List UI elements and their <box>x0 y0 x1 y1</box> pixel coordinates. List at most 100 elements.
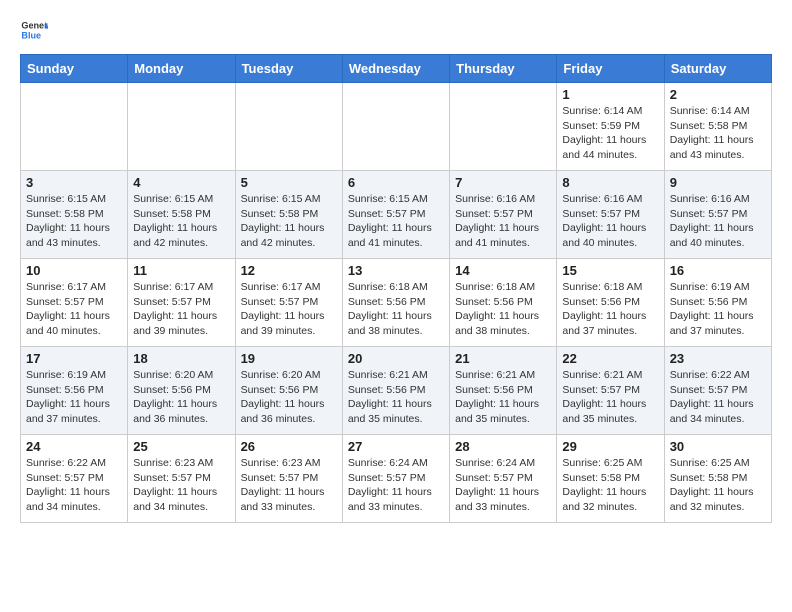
day-number: 7 <box>455 175 551 190</box>
calendar-cell: 19 Sunrise: 6:20 AMSunset: 5:56 PMDayligh… <box>235 347 342 435</box>
day-number: 4 <box>133 175 229 190</box>
day-info: Sunrise: 6:21 AMSunset: 5:56 PMDaylight:… <box>455 368 551 427</box>
calendar-week-4: 17Sunrise: 6:19 AMSunset: 5:56 PMDayligh… <box>21 347 772 435</box>
day-info: Sunrise: 6:14 AMSunset: 5:59 PMDaylight:… <box>562 104 658 163</box>
day-info: Sunrise: 6:21 AMSunset: 5:57 PMDaylight:… <box>562 368 658 427</box>
calendar-cell: 10 Sunrise: 6:17 AMSunset: 5:57 PMDayligh… <box>21 259 128 347</box>
day-number: 24 <box>26 439 122 454</box>
day-number: 1 <box>562 87 658 102</box>
day-info: Sunrise: 6:17 AMSunset: 5:57 PMDaylight:… <box>26 280 122 339</box>
day-info: Sunrise: 6:16 AMSunset: 5:57 PMDaylight:… <box>670 192 766 251</box>
page: General Blue SundayMondayTuesdayWednesda… <box>0 0 792 539</box>
calendar-cell: 27 Sunrise: 6:24 AMSunset: 5:57 PMDayligh… <box>342 435 449 523</box>
day-number: 12 <box>241 263 337 278</box>
calendar-cell: 4 Sunrise: 6:15 AMSunset: 5:58 PMDaylight… <box>128 171 235 259</box>
day-number: 20 <box>348 351 444 366</box>
day-number: 8 <box>562 175 658 190</box>
calendar-cell <box>21 83 128 171</box>
calendar-cell <box>450 83 557 171</box>
svg-text:Blue: Blue <box>21 30 41 40</box>
day-info: Sunrise: 6:18 AMSunset: 5:56 PMDaylight:… <box>562 280 658 339</box>
day-info: Sunrise: 6:17 AMSunset: 5:57 PMDaylight:… <box>241 280 337 339</box>
day-info: Sunrise: 6:23 AMSunset: 5:57 PMDaylight:… <box>241 456 337 515</box>
calendar-week-5: 24 Sunrise: 6:22 AMSunset: 5:57 PMDayligh… <box>21 435 772 523</box>
calendar-cell: 26 Sunrise: 6:23 AMSunset: 5:57 PMDayligh… <box>235 435 342 523</box>
day-info: Sunrise: 6:15 AMSunset: 5:58 PMDaylight:… <box>26 192 122 251</box>
calendar-cell: 20 Sunrise: 6:21 AMSunset: 5:56 PMDayligh… <box>342 347 449 435</box>
calendar-week-3: 10 Sunrise: 6:17 AMSunset: 5:57 PMDayligh… <box>21 259 772 347</box>
calendar-cell <box>342 83 449 171</box>
day-number: 21 <box>455 351 551 366</box>
calendar-cell <box>235 83 342 171</box>
calendar-cell: 17Sunrise: 6:19 AMSunset: 5:56 PMDayligh… <box>21 347 128 435</box>
day-info: Sunrise: 6:20 AMSunset: 5:56 PMDaylight:… <box>241 368 337 427</box>
calendar-cell: 21 Sunrise: 6:21 AMSunset: 5:56 PMDayligh… <box>450 347 557 435</box>
day-number: 10 <box>26 263 122 278</box>
day-number: 22 <box>562 351 658 366</box>
day-number: 6 <box>348 175 444 190</box>
day-number: 13 <box>348 263 444 278</box>
logo: General Blue <box>20 16 52 44</box>
calendar-cell: 15 Sunrise: 6:18 AMSunset: 5:56 PMDayligh… <box>557 259 664 347</box>
calendar-cell: 11 Sunrise: 6:17 AMSunset: 5:57 PMDayligh… <box>128 259 235 347</box>
day-info: Sunrise: 6:15 AMSunset: 5:57 PMDaylight:… <box>348 192 444 251</box>
calendar-cell: 28 Sunrise: 6:24 AMSunset: 5:57 PMDayligh… <box>450 435 557 523</box>
calendar-cell: 12 Sunrise: 6:17 AMSunset: 5:57 PMDayligh… <box>235 259 342 347</box>
calendar-cell: 16Sunrise: 6:19 AMSunset: 5:56 PMDayligh… <box>664 259 771 347</box>
day-info: Sunrise: 6:16 AMSunset: 5:57 PMDaylight:… <box>455 192 551 251</box>
day-info: Sunrise: 6:15 AMSunset: 5:58 PMDaylight:… <box>133 192 229 251</box>
calendar-cell: 5Sunrise: 6:15 AMSunset: 5:58 PMDaylight… <box>235 171 342 259</box>
day-number: 5 <box>241 175 337 190</box>
day-info: Sunrise: 6:17 AMSunset: 5:57 PMDaylight:… <box>133 280 229 339</box>
day-number: 19 <box>241 351 337 366</box>
day-number: 3 <box>26 175 122 190</box>
day-number: 28 <box>455 439 551 454</box>
weekday-header-thursday: Thursday <box>450 55 557 83</box>
day-number: 15 <box>562 263 658 278</box>
calendar-week-1: 1 Sunrise: 6:14 AMSunset: 5:59 PMDaylight… <box>21 83 772 171</box>
day-number: 29 <box>562 439 658 454</box>
day-number: 27 <box>348 439 444 454</box>
weekday-header-wednesday: Wednesday <box>342 55 449 83</box>
calendar-cell: 24 Sunrise: 6:22 AMSunset: 5:57 PMDayligh… <box>21 435 128 523</box>
logo-icon: General Blue <box>20 16 48 44</box>
weekday-header-friday: Friday <box>557 55 664 83</box>
day-number: 16 <box>670 263 766 278</box>
day-info: Sunrise: 6:21 AMSunset: 5:56 PMDaylight:… <box>348 368 444 427</box>
calendar-cell: 8 Sunrise: 6:16 AMSunset: 5:57 PMDaylight… <box>557 171 664 259</box>
day-info: Sunrise: 6:18 AMSunset: 5:56 PMDaylight:… <box>348 280 444 339</box>
day-info: Sunrise: 6:19 AMSunset: 5:56 PMDaylight:… <box>26 368 122 427</box>
day-number: 9 <box>670 175 766 190</box>
day-info: Sunrise: 6:22 AMSunset: 5:57 PMDaylight:… <box>26 456 122 515</box>
header: General Blue <box>20 16 772 44</box>
calendar-cell: 7 Sunrise: 6:16 AMSunset: 5:57 PMDaylight… <box>450 171 557 259</box>
day-number: 30 <box>670 439 766 454</box>
day-info: Sunrise: 6:25 AMSunset: 5:58 PMDaylight:… <box>562 456 658 515</box>
calendar-cell: 25Sunrise: 6:23 AMSunset: 5:57 PMDayligh… <box>128 435 235 523</box>
calendar-cell: 3 Sunrise: 6:15 AMSunset: 5:58 PMDaylight… <box>21 171 128 259</box>
day-info: Sunrise: 6:23 AMSunset: 5:57 PMDaylight:… <box>133 456 229 515</box>
calendar-cell: 22 Sunrise: 6:21 AMSunset: 5:57 PMDayligh… <box>557 347 664 435</box>
day-info: Sunrise: 6:16 AMSunset: 5:57 PMDaylight:… <box>562 192 658 251</box>
day-number: 11 <box>133 263 229 278</box>
calendar-cell: 30 Sunrise: 6:25 AMSunset: 5:58 PMDayligh… <box>664 435 771 523</box>
day-info: Sunrise: 6:24 AMSunset: 5:57 PMDaylight:… <box>455 456 551 515</box>
day-number: 23 <box>670 351 766 366</box>
day-info: Sunrise: 6:18 AMSunset: 5:56 PMDaylight:… <box>455 280 551 339</box>
weekday-header-monday: Monday <box>128 55 235 83</box>
day-number: 18 <box>133 351 229 366</box>
day-number: 14 <box>455 263 551 278</box>
calendar-cell: 18 Sunrise: 6:20 AMSunset: 5:56 PMDayligh… <box>128 347 235 435</box>
calendar-header-row: SundayMondayTuesdayWednesdayThursdayFrid… <box>21 55 772 83</box>
weekday-header-sunday: Sunday <box>21 55 128 83</box>
day-info: Sunrise: 6:24 AMSunset: 5:57 PMDaylight:… <box>348 456 444 515</box>
day-number: 26 <box>241 439 337 454</box>
day-info: Sunrise: 6:25 AMSunset: 5:58 PMDaylight:… <box>670 456 766 515</box>
calendar-cell <box>128 83 235 171</box>
weekday-header-saturday: Saturday <box>664 55 771 83</box>
day-info: Sunrise: 6:14 AMSunset: 5:58 PMDaylight:… <box>670 104 766 163</box>
day-info: Sunrise: 6:22 AMSunset: 5:57 PMDaylight:… <box>670 368 766 427</box>
day-info: Sunrise: 6:20 AMSunset: 5:56 PMDaylight:… <box>133 368 229 427</box>
day-number: 2 <box>670 87 766 102</box>
calendar-cell: 2 Sunrise: 6:14 AMSunset: 5:58 PMDaylight… <box>664 83 771 171</box>
